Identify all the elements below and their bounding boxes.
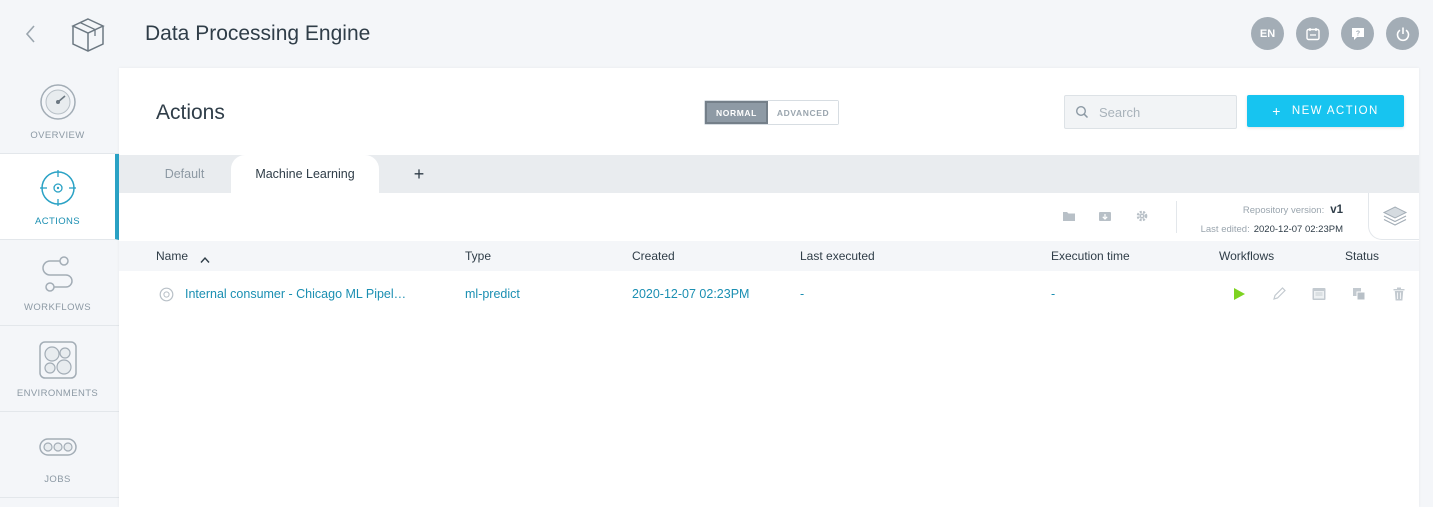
tab-default[interactable]: Default (137, 155, 232, 193)
sidebar-item-label: WORKFLOWS (24, 302, 91, 313)
page-title: Actions (156, 101, 225, 124)
sidebar-item-label: OVERVIEW (30, 130, 85, 141)
status-circle-icon (159, 287, 174, 302)
logs-console-icon[interactable] (1311, 286, 1327, 302)
main-panel: Actions NORMAL ADVANCED + NEW ACTION Def… (115, 68, 1419, 507)
target-icon (38, 168, 78, 208)
language-button[interactable]: EN (1251, 17, 1284, 50)
col-last-executed[interactable]: Last executed (800, 249, 875, 263)
app-title: Data Processing Engine (145, 22, 371, 45)
col-workflows: Workflows (1219, 249, 1275, 263)
mode-advanced-button[interactable]: ADVANCED (767, 101, 839, 124)
workflow-path-icon (38, 254, 78, 294)
sidebar-item-label: ENVIRONMENTS (16, 388, 99, 399)
search-box (1064, 95, 1237, 129)
col-name[interactable]: Name (156, 249, 188, 263)
tab-machine-learning[interactable]: Machine Learning (231, 155, 379, 193)
toolbar-divider (1176, 201, 1177, 233)
sidebar-item-actions[interactable]: ACTIONS (0, 154, 119, 240)
col-execution-time[interactable]: Execution time (1051, 249, 1130, 263)
mode-normal-button[interactable]: NORMAL (705, 101, 768, 124)
action-execution-time: - (1051, 287, 1056, 301)
search-icon (1075, 105, 1089, 119)
sidebar-item-environments[interactable]: ENVIRONMENTS (0, 326, 119, 412)
col-type[interactable]: Type (465, 249, 491, 263)
sidebar: OVERVIEW ACTIONS WORKFLOWS ENVIRONMENTS … (0, 68, 119, 507)
sidebar-item-jobs[interactable]: JOBS (0, 412, 119, 498)
sort-ascending-icon[interactable] (200, 251, 210, 263)
repository-info: Repository version: v1 Last edited: 2020-1… (1201, 201, 1343, 239)
duplicate-icon[interactable] (1351, 286, 1367, 302)
sidebar-item-label: JOBS (44, 474, 71, 485)
cells-icon (38, 340, 78, 380)
top-right-controls: EN ? (1251, 17, 1419, 50)
last-edited-value: 2020-12-07 02:23PM (1253, 224, 1343, 235)
gear-icon[interactable] (1135, 209, 1149, 223)
action-last-executed: - (800, 287, 805, 301)
repo-version: v1 (1330, 204, 1343, 216)
last-edited-label: Last edited: (1200, 224, 1250, 235)
delete-trash-icon[interactable] (1391, 286, 1407, 302)
sidebar-item-workflows[interactable]: WORKFLOWS (0, 240, 119, 326)
repo-version-label: Repository version: (1242, 205, 1325, 216)
sidebar-item-label: ACTIONS (34, 216, 81, 227)
layers-button[interactable] (1368, 193, 1419, 240)
layers-icon (1382, 206, 1408, 226)
new-action-button[interactable]: + NEW ACTION (1247, 95, 1404, 127)
folder-icon[interactable] (1062, 209, 1076, 223)
calendar-icon[interactable] (1296, 17, 1329, 50)
speedometer-icon (38, 82, 78, 122)
action-created: 2020-12-07 02:23PM (632, 287, 750, 301)
col-status: Status (1345, 249, 1380, 263)
conveyor-gears-icon (38, 426, 78, 466)
tab-bar: Default Machine Learning + (115, 155, 1419, 193)
back-arrow-icon[interactable] (20, 22, 42, 46)
edit-pencil-icon[interactable] (1271, 286, 1287, 302)
action-name-link[interactable]: Internal consumer - Chicago ML Pipel… (185, 287, 406, 301)
plus-icon: + (1272, 103, 1282, 119)
svg-text:?: ? (1355, 30, 1359, 37)
sidebar-item-overview[interactable]: OVERVIEW (0, 68, 119, 154)
top-bar: Data Processing Engine EN ? (0, 0, 1433, 68)
new-action-label: NEW ACTION (1291, 105, 1379, 117)
col-created[interactable]: Created (632, 249, 675, 263)
toolbar-row: Repository version: v1 Last edited: 2020-1… (119, 193, 1419, 240)
import-icon[interactable] (1098, 209, 1112, 223)
action-type: ml-predict (465, 287, 520, 301)
mode-toggle: NORMAL ADVANCED (704, 100, 840, 125)
add-tab-button[interactable]: + (404, 155, 434, 193)
search-input[interactable] (1099, 96, 1233, 128)
box-logo-icon (70, 16, 106, 54)
help-chat-icon[interactable]: ? (1341, 17, 1374, 50)
power-icon[interactable] (1386, 17, 1419, 50)
tab-bar-accent (115, 155, 119, 193)
table-row[interactable]: Internal consumer - Chicago ML Pipel… ml… (119, 273, 1419, 317)
run-play-icon[interactable] (1231, 286, 1247, 302)
table-header: Name Type Created Last executed Executio… (119, 241, 1419, 271)
